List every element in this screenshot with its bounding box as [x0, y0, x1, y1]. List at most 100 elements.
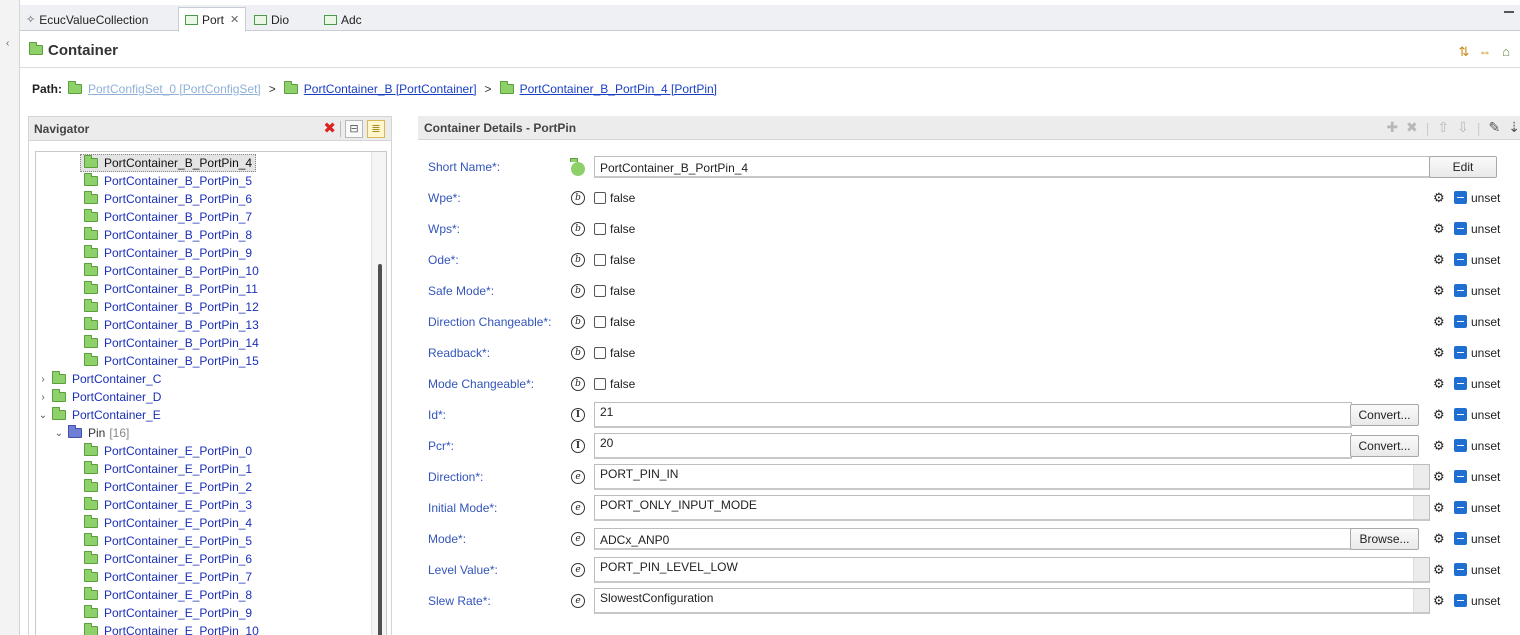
short-name-input[interactable]: PortContainer_B_PortPin_4: [594, 156, 1430, 178]
enum-select[interactable]: PORT_PIN_IN: [594, 464, 1430, 490]
sort-icon[interactable]: ⇣: [1508, 119, 1520, 136]
breadcrumb-link-portpin[interactable]: PortContainer_B_PortPin_4 [PortPin]: [520, 82, 717, 96]
gear-icon[interactable]: ⚙: [1433, 346, 1445, 360]
gear-icon[interactable]: ⚙: [1433, 439, 1445, 453]
checkbox[interactable]: [594, 316, 606, 328]
gear-icon[interactable]: ⚙: [1433, 377, 1445, 391]
tree-item[interactable]: PortContainer_E_PortPin_6: [84, 550, 252, 568]
tree-item[interactable]: PortContainer_B_PortPin_7: [84, 208, 252, 226]
tree-item[interactable]: ⌄ PortContainer_E: [38, 406, 161, 424]
tree-item[interactable]: PortContainer_B_PortPin_12: [84, 298, 259, 316]
gear-icon[interactable]: ⚙: [1433, 470, 1445, 484]
unset-icon[interactable]: [1454, 191, 1467, 204]
tree-item[interactable]: ⌄ Pin [16]: [54, 424, 129, 442]
checkbox[interactable]: [594, 347, 606, 359]
integer-input[interactable]: 21: [594, 402, 1352, 428]
tree-item[interactable]: PortContainer_E_PortPin_10: [84, 622, 259, 635]
unset-icon[interactable]: [1454, 222, 1467, 235]
link-with-editor-icon[interactable]: ≣: [367, 120, 385, 138]
close-icon[interactable]: ✕: [230, 13, 239, 26]
tree-item[interactable]: PortContainer_B_PortPin_6: [84, 190, 252, 208]
tree-item[interactable]: PortContainer_E_PortPin_5: [84, 532, 252, 550]
swap-icon[interactable]: ⇔: [1477, 44, 1493, 60]
move-down-icon[interactable]: ⇩: [1457, 119, 1469, 136]
unset-icon[interactable]: [1454, 563, 1467, 576]
gear-icon[interactable]: ⚙: [1433, 408, 1445, 422]
unset-icon[interactable]: [1454, 284, 1467, 297]
tree-item[interactable]: PortContainer_B_PortPin_8: [84, 226, 252, 244]
tree-item[interactable]: › PortContainer_C: [38, 370, 161, 388]
edit-icon[interactable]: ✎: [1489, 119, 1501, 136]
chevron-right-icon[interactable]: ›: [38, 374, 48, 385]
gear-icon[interactable]: ⚙: [1433, 222, 1445, 236]
checkbox[interactable]: [594, 285, 606, 297]
tree-item[interactable]: PortContainer_B_PortPin_4: [80, 154, 257, 172]
tree-item[interactable]: PortContainer_E_PortPin_9: [84, 604, 252, 622]
sync-icon[interactable]: ⇅: [1456, 44, 1472, 60]
unset-icon[interactable]: [1454, 346, 1467, 359]
home-icon[interactable]: ⌂: [1498, 44, 1514, 60]
checkbox[interactable]: [594, 192, 606, 204]
navigator-scrollbar[interactable]: [371, 152, 386, 635]
enum-select[interactable]: PORT_ONLY_INPUT_MODE: [594, 495, 1430, 521]
reference-input[interactable]: ADCx_ANP0: [594, 528, 1352, 550]
tree-item[interactable]: PortContainer_E_PortPin_7: [84, 568, 252, 586]
tree-item[interactable]: PortContainer_E_PortPin_8: [84, 586, 252, 604]
browse-button[interactable]: Browse...: [1350, 528, 1419, 550]
unset-icon[interactable]: [1454, 501, 1467, 514]
tree-item[interactable]: PortContainer_B_PortPin_9: [84, 244, 252, 262]
chevron-down-icon[interactable]: ⌄: [38, 410, 48, 421]
collapse-all-icon[interactable]: ⊟: [345, 120, 363, 138]
tree-item[interactable]: PortContainer_E_PortPin_0: [84, 442, 252, 460]
move-up-icon[interactable]: ⇧: [1437, 119, 1449, 136]
checkbox[interactable]: [594, 378, 606, 390]
tab-dio[interactable]: Dio: [248, 7, 295, 32]
tab-adc[interactable]: Adc: [318, 7, 368, 32]
tree-item[interactable]: PortContainer_E_PortPin_1: [84, 460, 252, 478]
minimize-icon[interactable]: [1504, 11, 1514, 13]
convert-button[interactable]: Convert...: [1350, 435, 1419, 457]
enum-select[interactable]: PORT_PIN_LEVEL_LOW: [594, 557, 1430, 583]
tree-item[interactable]: PortContainer_B_PortPin_13: [84, 316, 259, 334]
unset-icon[interactable]: [1454, 253, 1467, 266]
add-icon[interactable]: ✚: [1386, 119, 1398, 136]
remove-icon[interactable]: ✖: [1406, 119, 1418, 136]
checkbox[interactable]: [594, 223, 606, 235]
unset-icon[interactable]: [1454, 408, 1467, 421]
tree-item[interactable]: PortContainer_B_PortPin_5: [84, 172, 252, 190]
gear-icon[interactable]: ⚙: [1433, 563, 1445, 577]
gear-icon[interactable]: ⚙: [1433, 315, 1445, 329]
unset-icon[interactable]: [1454, 377, 1467, 390]
tab-port[interactable]: Port ✕: [178, 7, 247, 32]
enum-select[interactable]: SlowestConfiguration: [594, 588, 1430, 614]
tree-item[interactable]: PortContainer_B_PortPin_15: [84, 352, 259, 370]
unset-icon[interactable]: [1454, 315, 1467, 328]
tree-item[interactable]: PortContainer_B_PortPin_11: [84, 280, 258, 298]
scrollbar-thumb[interactable]: [378, 264, 382, 635]
unset-icon[interactable]: [1454, 532, 1467, 545]
tree-item[interactable]: PortContainer_B_PortPin_14: [84, 334, 259, 352]
gear-icon[interactable]: ⚙: [1433, 532, 1445, 546]
tree-item[interactable]: PortContainer_E_PortPin_3: [84, 496, 252, 514]
tree-item[interactable]: PortContainer_B_PortPin_10: [84, 262, 259, 280]
gear-icon[interactable]: ⚙: [1433, 594, 1445, 608]
convert-button[interactable]: Convert...: [1350, 404, 1419, 426]
unset-icon[interactable]: [1454, 594, 1467, 607]
unset-icon[interactable]: [1454, 439, 1467, 452]
tab-ecuc-value-collection[interactable]: ✧ EcucValueCollection: [20, 7, 154, 32]
chevron-down-icon[interactable]: ⌄: [54, 428, 64, 439]
checkbox[interactable]: [594, 254, 606, 266]
delete-icon[interactable]: ✖: [323, 121, 336, 137]
edit-button[interactable]: Edit: [1429, 156, 1497, 178]
tree-item[interactable]: PortContainer_E_PortPin_4: [84, 514, 252, 532]
gear-icon[interactable]: ⚙: [1433, 191, 1445, 205]
breadcrumb-link-portcontainer-b[interactable]: PortContainer_B [PortContainer]: [304, 82, 477, 96]
chevron-right-icon[interactable]: ›: [38, 392, 48, 403]
gear-icon[interactable]: ⚙: [1433, 284, 1445, 298]
breadcrumb-link-portconfigset[interactable]: PortConfigSet_0 [PortConfigSet]: [88, 82, 261, 96]
tree-item[interactable]: › PortContainer_D: [38, 388, 161, 406]
integer-input[interactable]: 20: [594, 433, 1352, 459]
chevron-left-icon[interactable]: ‹: [6, 38, 9, 49]
tree-item[interactable]: PortContainer_E_PortPin_2: [84, 478, 252, 496]
gear-icon[interactable]: ⚙: [1433, 253, 1445, 267]
